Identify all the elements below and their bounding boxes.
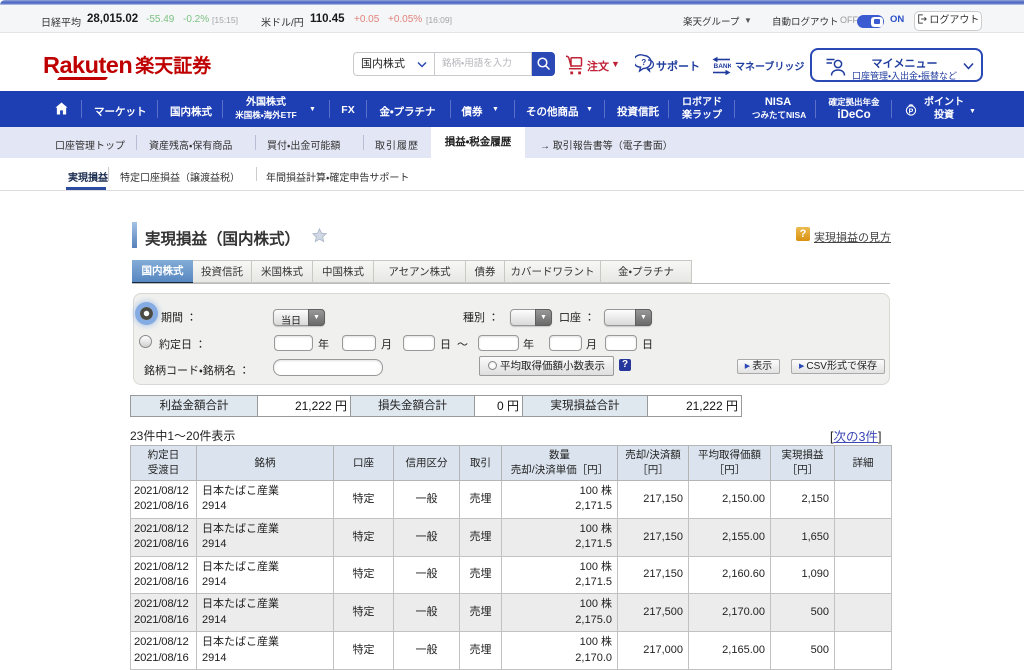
svg-text:?: ?: [641, 58, 646, 67]
svg-text:BANK: BANK: [714, 63, 732, 70]
svg-text:P: P: [909, 108, 914, 115]
